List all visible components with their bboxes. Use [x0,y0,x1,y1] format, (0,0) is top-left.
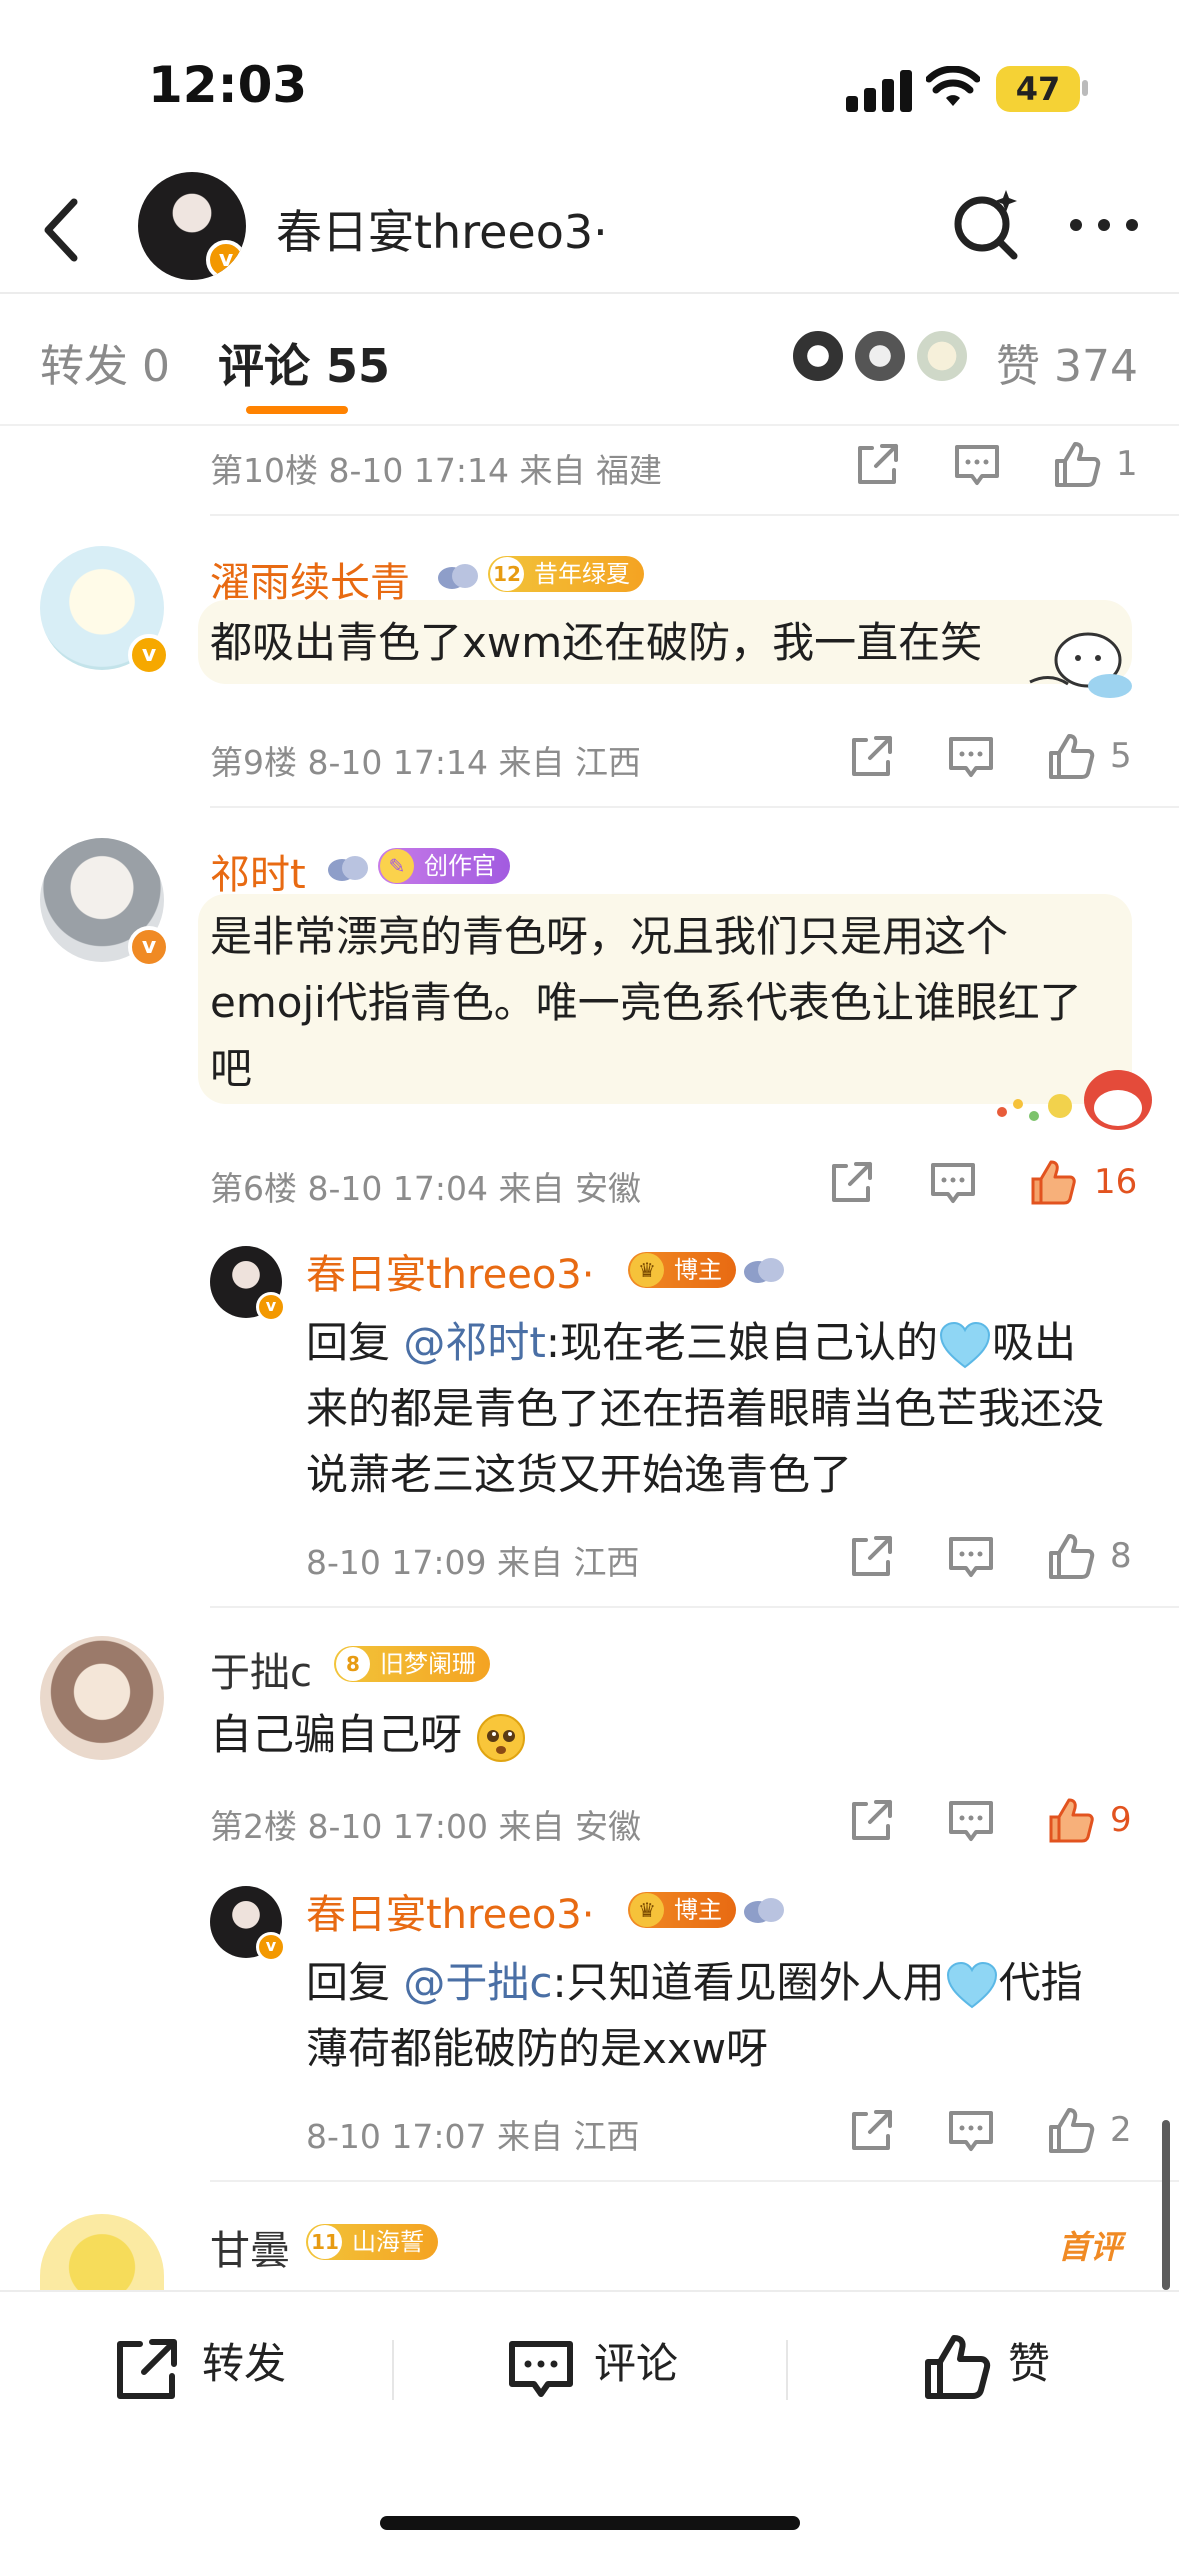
author-badge[interactable]: ♛ 博主 [628,1252,736,1288]
like-button[interactable]: 赞 [1008,2330,1050,2391]
divider [786,2340,788,2400]
like-icon[interactable] [1046,1532,1096,1582]
divider [210,806,1179,808]
scrollbar[interactable] [1162,2120,1170,2290]
cloud-icon [438,564,478,589]
home-indicator [380,2516,800,2530]
username[interactable]: 甘曇 [210,2218,290,2276]
battery-nub [1082,80,1088,96]
like-icon-active[interactable] [1028,1158,1078,1208]
fan-badge[interactable]: 12 昔年绿夏 [488,556,644,592]
mention-link[interactable]: @于拙c [403,1958,552,2007]
reply-icon[interactable] [946,1796,996,1846]
liker-avatar[interactable] [914,328,970,384]
comment-button[interactable]: 评论 [594,2330,678,2391]
reply-text[interactable]: 回复 @于拙c:只知道看见圈外人用 代指薄荷都能破防的是xxw呀 [306,1950,1112,2082]
comment-meta: 8-10 17:09 来自 江西 [306,1543,640,1582]
verified-badge-icon: v [128,926,170,968]
verified-badge-icon: v [256,1292,286,1322]
more-icon[interactable] [1066,200,1142,250]
comment-meta: 第10楼 8-10 17:14 来自 福建 [210,451,662,490]
comment-meta: 第2楼 8-10 17:00 来自 安徽 [210,1807,641,1846]
like-count: 1 [1116,444,1138,484]
tab-comment[interactable]: 评论 55 [218,330,390,396]
like-count: 9 [1110,1800,1132,1840]
divider [210,1606,1179,1608]
like-icon-active[interactable] [1046,1796,1096,1846]
divider [210,2180,1179,2182]
light-blue-heart-icon [939,1321,990,1368]
repost-button[interactable]: 转发 [202,2330,286,2391]
like-icon[interactable] [1052,440,1102,490]
author-badge[interactable]: ♛ 博主 [628,1892,736,1928]
verified-badge-icon: v [128,634,170,676]
share-icon[interactable] [846,1796,896,1846]
share-icon[interactable] [852,440,902,490]
comment-meta: 8-10 17:07 来自 江西 [306,2117,640,2156]
cloud-icon [328,856,368,881]
divider [210,514,1179,516]
share-icon[interactable] [846,732,896,782]
divider [0,424,1179,426]
like-total[interactable]: 赞 374 [996,330,1138,394]
reply-icon[interactable] [952,440,1002,490]
first-comment-tag: 首评 [1058,2228,1123,2266]
cellular-signal-icon [846,70,912,112]
share-icon[interactable] [846,1532,896,1582]
cloud-icon [744,1258,784,1283]
back-icon[interactable] [30,190,90,270]
username[interactable]: 春日宴threeo3· [306,1242,594,1300]
comment-icon[interactable] [506,2334,576,2404]
user-avatar[interactable] [40,2214,164,2290]
liker-avatar[interactable] [790,328,846,384]
like-count: 2 [1110,2110,1132,2150]
user-avatar[interactable] [40,1636,164,1760]
fan-badge[interactable]: 11 山海誓 [306,2224,438,2260]
comment-meta: 第9楼 8-10 17:14 来自 江西 [210,743,641,782]
light-blue-heart-icon [946,1961,997,2008]
mention-link[interactable]: @祁时t [403,1318,545,1367]
comment-text[interactable]: 都吸出青色了xwm还在破防，我一直在笑 [210,610,1110,676]
pleading-face-emoji-icon [477,1713,526,1762]
divider [0,2290,1179,2292]
reply-icon[interactable] [946,2106,996,2156]
like-count: 5 [1110,736,1132,776]
battery-icon: 47 [996,66,1080,112]
comment-meta: 第6楼 8-10 17:04 来自 安徽 [210,1169,641,1208]
fan-badge[interactable]: 8 旧梦阑珊 [334,1646,490,1682]
like-count: 16 [1094,1162,1138,1202]
header-avatar[interactable]: v [138,172,246,280]
comment-text[interactable]: 是非常漂亮的青色呀，况且我们只是用这个emoji代指青色。唯一亮色系代表色让谁眼… [210,904,1110,1102]
tab-repost[interactable]: 转发 0 [40,330,170,394]
like-icon[interactable] [922,2332,992,2402]
reply-icon[interactable] [928,1158,978,1208]
creator-badge[interactable]: ✎ 创作官 [378,848,510,884]
verified-badge-icon: v [206,240,246,280]
repost-icon[interactable] [112,2334,182,2404]
status-time: 12:03 [148,56,308,114]
reply-icon[interactable] [946,732,996,782]
username[interactable]: 祁时t [210,842,306,900]
verified-badge-icon: v [256,1932,286,1962]
cloud-icon [744,1898,784,1923]
like-icon[interactable] [1046,732,1096,782]
like-count: 8 [1110,1536,1132,1576]
reply-icon[interactable] [946,1532,996,1582]
comment-text[interactable]: 自己骗自己呀 [210,1702,810,1768]
share-icon[interactable] [826,1158,876,1208]
page-title[interactable]: 春日宴threeo3· [276,196,608,262]
share-icon[interactable] [846,2106,896,2156]
wifi-icon [926,66,980,106]
username[interactable]: 春日宴threeo3· [306,1882,594,1940]
divider [392,2340,394,2400]
reply-text[interactable]: 回复 @祁时t:现在老三娘自己认的 吸出来的都是青色了还在捂着眼睛当色芒我还没说萧… [306,1310,1112,1508]
like-icon[interactable] [1046,2106,1096,2156]
active-tab-indicator [246,406,348,414]
sticker-decoration-icon [997,1070,1152,1130]
sticker-decoration-icon [1029,632,1132,698]
username[interactable]: 于拙c [210,1640,312,1698]
divider [0,292,1179,294]
search-icon[interactable] [950,186,1022,262]
liker-avatar[interactable] [852,328,908,384]
